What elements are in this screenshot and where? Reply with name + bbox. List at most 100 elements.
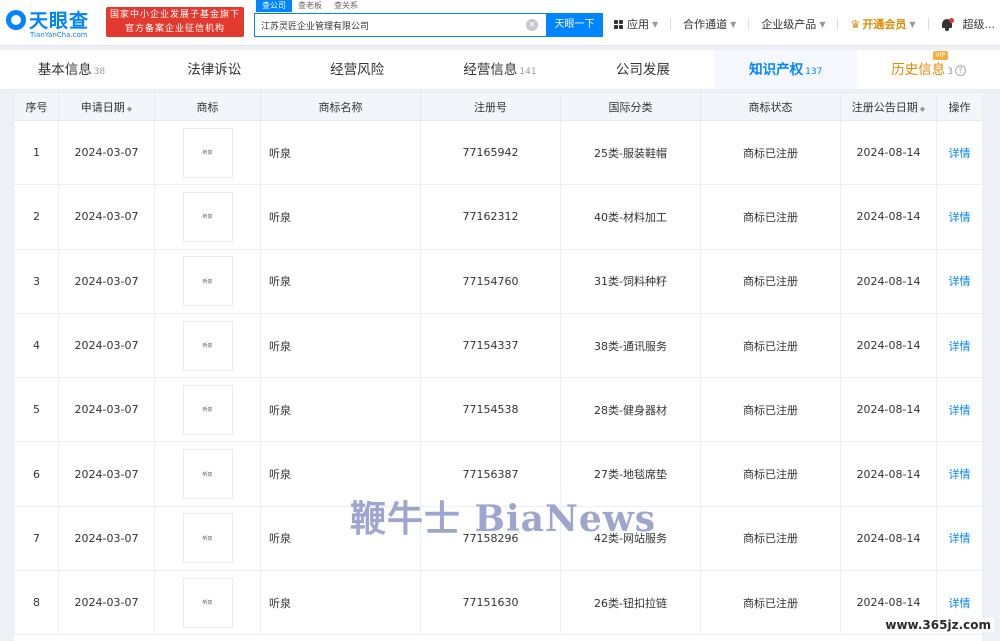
search-box: × — [254, 13, 546, 37]
table-header-row: 序号 申请日期 ◆ 商标 商标名称 注册号 国际分类 商标状态 注册公告日期 ◆ 操… — [14, 92, 982, 121]
detail-link[interactable]: 详情 — [949, 597, 971, 610]
tab-legal[interactable]: 法律诉讼 — [143, 50, 286, 89]
cell-class: 40类-材料加工 — [560, 184, 701, 250]
cell-trademark-name: 听泉 — [260, 570, 421, 636]
nav-enterprise[interactable]: 企业级产品 ▼ — [761, 16, 825, 32]
cell-status: 商标已注册 — [700, 377, 841, 443]
nav-vip[interactable]: ♛ 开通会员 ▼ — [850, 16, 915, 32]
table-row: 1 2024-03-07 听泉 听泉 77165942 25类-服装鞋帽 商标已注册 2024… — [14, 119, 982, 186]
cell-trademark-image: 听泉 — [154, 377, 261, 443]
cell-reg-no: 77162312 — [420, 184, 561, 250]
detail-link[interactable]: 详情 — [949, 211, 971, 224]
cell-pub-date: 2024-08-14 — [840, 248, 937, 314]
logo[interactable]: 天眼查 TianYanCha.com — [6, 6, 102, 40]
search-tab-relation[interactable]: 查关系 — [328, 0, 364, 12]
cell-class: 31类-饲料种籽 — [560, 248, 701, 314]
col-pub-date-label: 注册公告日期 — [851, 100, 918, 114]
tab-basic-info[interactable]: 基本信息 38 — [0, 50, 143, 89]
cell-trademark-image: 听泉 — [154, 441, 261, 507]
col-apply-date[interactable]: 申请日期 ◆ — [58, 92, 155, 121]
tab-development[interactable]: 公司发展 — [571, 50, 714, 89]
col-pub-date[interactable]: 注册公告日期 ◆ — [840, 92, 937, 121]
tab-ip[interactable]: 知识产权 137 — [714, 50, 858, 89]
vip-tag: VIP — [932, 51, 949, 60]
nav-apps-label: 应用 — [627, 18, 649, 31]
nav-partner[interactable]: 合作通道 ▼ — [683, 16, 736, 32]
trademark-thumbnail[interactable]: 听泉 — [182, 449, 233, 500]
search-type-tabs: 查公司 查老板 查关系 — [256, 0, 364, 12]
table-row: 8 2024-03-07 听泉 听泉 77151630 26类-钮扣拉链 商标已注册 2024… — [14, 570, 982, 636]
detail-link[interactable]: 详情 — [949, 404, 971, 417]
cell-trademark-name: 听泉 — [260, 312, 421, 379]
cell-status: 商标已注册 — [700, 505, 841, 572]
nav-user[interactable]: 超级... — [963, 12, 1000, 36]
nav-user-label: 超级... — [962, 18, 996, 31]
trademark-thumbnail[interactable]: 听泉 — [182, 513, 233, 564]
clear-icon[interactable]: × — [526, 19, 538, 31]
cell-status: 商标已注册 — [700, 248, 841, 314]
tab-count: 141 — [519, 67, 537, 77]
cell-apply-date: 2024-03-07 — [58, 377, 155, 443]
cell-apply-date: 2024-03-07 — [58, 505, 155, 572]
cell-no: 7 — [14, 505, 59, 572]
cell-pub-date: 2024-08-14 — [840, 377, 937, 443]
cell-no: 5 — [14, 377, 59, 443]
tab-operation[interactable]: 经营信息 141 — [429, 50, 572, 89]
tab-history[interactable]: 历史信息 3? VIP — [857, 50, 1000, 89]
col-apply-date-label: 申请日期 — [80, 100, 125, 114]
site-watermark: www.365jz.com — [882, 618, 994, 632]
cell-no: 2 — [14, 184, 59, 250]
tab-label: 知识产权 — [749, 62, 804, 78]
help-icon[interactable]: ? — [954, 64, 966, 76]
top-header: 天眼查 TianYanCha.com 国家中小企业发展子基金旗下 官方备案企业征… — [0, 0, 1000, 46]
detail-link[interactable]: 详情 — [949, 532, 971, 545]
sort-icon[interactable]: ◆ — [127, 105, 132, 113]
trademark-thumbnail[interactable]: 听泉 — [182, 191, 233, 242]
cell-action: 详情 — [936, 248, 982, 314]
tab-label: 基本信息 — [37, 62, 92, 78]
detail-link[interactable]: 详情 — [949, 468, 971, 481]
detail-link[interactable]: 详情 — [949, 340, 971, 353]
cell-apply-date: 2024-03-07 — [58, 441, 155, 507]
logo-text: 天眼查 — [29, 10, 90, 32]
cell-trademark-name: 听泉 — [260, 184, 421, 250]
crown-icon: ♛ — [850, 17, 861, 31]
bell-icon[interactable] — [941, 17, 954, 31]
grid-icon — [614, 19, 623, 29]
table-row: 4 2024-03-07 听泉 听泉 77154337 38类-通讯服务 商标已注册 2024… — [14, 312, 982, 379]
nav-enterprise-label: 企业级产品 — [761, 18, 817, 31]
nav-divider — [748, 18, 750, 30]
cell-pub-date: 2024-08-14 — [840, 312, 937, 379]
cell-action: 详情 — [936, 505, 982, 572]
cell-apply-date: 2024-03-07 — [58, 119, 155, 186]
trademark-thumbnail[interactable]: 听泉 — [182, 577, 233, 628]
search-tab-company[interactable]: 查公司 — [256, 0, 292, 12]
search-tab-boss[interactable]: 查老板 — [292, 0, 328, 12]
trademark-thumbnail[interactable]: 听泉 — [182, 127, 233, 178]
company-section-tabs: 基本信息 38 法律诉讼 经营风险 经营信息 141 公司发展 知识产权 137 历史… — [0, 50, 1000, 90]
gov-badge: 国家中小企业发展子基金旗下 官方备案企业征信机构 — [106, 7, 244, 37]
cell-class: 25类-服装鞋帽 — [560, 119, 701, 186]
cell-class: 38类-通讯服务 — [560, 312, 701, 379]
col-trademark: 商标 — [154, 92, 261, 121]
logo-subtext: TianYanCha.com — [30, 31, 88, 39]
col-reg-no: 注册号 — [420, 92, 561, 121]
nav-apps[interactable]: 应用 ▼ — [614, 16, 658, 32]
search-button[interactable]: 天眼一下 — [546, 13, 603, 37]
trademark-thumbnail[interactable]: 听泉 — [182, 384, 233, 435]
search-input[interactable] — [255, 14, 525, 37]
cell-no: 4 — [14, 312, 59, 379]
tab-count: 3 — [947, 67, 953, 77]
sort-icon[interactable]: ◆ — [920, 105, 925, 113]
table-row: 3 2024-03-07 听泉 听泉 77154760 31类-饲料种籽 商标已注册 2024… — [14, 248, 982, 314]
cell-pub-date: 2024-08-14 — [840, 505, 937, 572]
detail-link[interactable]: 详情 — [949, 147, 971, 160]
trademark-thumbnail[interactable]: 听泉 — [182, 256, 233, 307]
cell-status: 商标已注册 — [700, 119, 841, 186]
detail-link[interactable]: 详情 — [949, 275, 971, 288]
trademark-thumbnail[interactable]: 听泉 — [182, 320, 233, 371]
cell-status: 商标已注册 — [700, 184, 841, 250]
tab-label: 经营信息 — [463, 62, 518, 78]
tab-label: 法律诉讼 — [187, 62, 242, 78]
tab-risk[interactable]: 经营风险 — [286, 50, 429, 89]
